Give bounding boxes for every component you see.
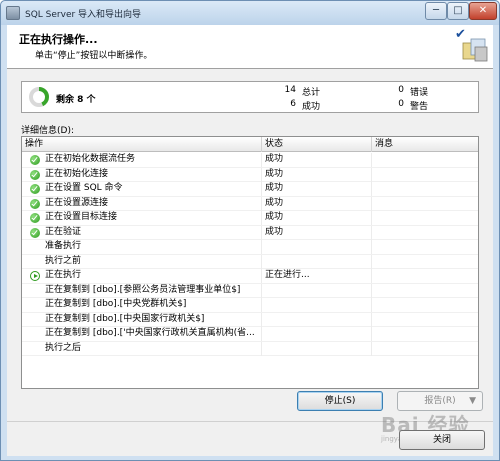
table-row[interactable]: 执行之后: [22, 341, 478, 356]
wizard-client-area: 正在执行操作... 单击“停止”按钮以中断操作。 ✔ 剩余 8 个 14 总计 …: [7, 25, 493, 456]
operation-cell: 执行之前: [22, 254, 262, 269]
grid-header: 操作 状态 消息: [22, 137, 478, 152]
table-row[interactable]: 正在初始化数据流任务 成功: [22, 153, 478, 168]
success-icon: [30, 184, 40, 194]
table-row[interactable]: 正在设置 SQL 命令 成功: [22, 182, 478, 197]
title-bar[interactable]: SQL Server 导入和导出向导 ─ □ ✕: [1, 1, 499, 25]
column-header-operation[interactable]: 操作: [22, 137, 262, 152]
details-grid[interactable]: 操作 状态 消息 正在初始化数据流任务 成功 正在初始化连接 成功 正在设置 SQL 命…: [21, 136, 479, 389]
operation-cell: 正在复制到 [dbo].[中央国家行政机关$]: [22, 312, 262, 327]
success-icon: [30, 213, 40, 223]
table-row[interactable]: 正在复制到 [dbo].['中央国家行政机关直属机构(省...: [22, 327, 478, 342]
status-cell: 成功: [262, 211, 372, 225]
page-subtitle: 单击“停止”按钮以中断操作。: [35, 51, 153, 61]
wizard-art-icon: [462, 38, 488, 62]
status-cell: 成功: [262, 225, 372, 240]
success-icon: [30, 227, 40, 238]
details-label: 详细信息(D):: [21, 126, 74, 136]
progress-ring-icon: [29, 87, 49, 107]
status-cell: 成功: [262, 167, 372, 182]
report-button-label: 报告(R): [424, 396, 456, 406]
operation-text: 正在复制到 [dbo].[参照公务员法管理事业单位$]: [45, 284, 241, 295]
operation-text: 正在设置源连接: [45, 197, 109, 208]
status-cell: [262, 240, 372, 254]
stop-button[interactable]: 停止(S): [297, 391, 383, 411]
table-row[interactable]: 执行之前: [22, 254, 478, 269]
status-cell: [262, 298, 372, 312]
table-row[interactable]: 准备执行: [22, 240, 478, 255]
operation-cell: 正在验证: [22, 225, 262, 240]
status-cell: [262, 283, 372, 298]
minimize-button[interactable]: ─: [425, 2, 447, 20]
app-icon: [6, 6, 20, 20]
operation-cell: 正在执行: [22, 269, 262, 283]
operation-cell: 正在初始化数据流任务: [22, 153, 262, 167]
operation-text: 正在设置 SQL 命令: [45, 183, 123, 193]
total-label: 总计: [302, 88, 321, 98]
success-icon: [30, 169, 40, 180]
status-cell: [262, 312, 372, 327]
operation-cell: 正在初始化连接: [22, 167, 262, 182]
operation-text: 执行之前: [45, 255, 82, 266]
status-cell: 成功: [262, 196, 372, 211]
warning-count: 0: [398, 99, 404, 109]
operation-text: 正在设置目标连接: [45, 212, 118, 222]
operation-text: 准备执行: [45, 241, 82, 251]
status-cell: 成功: [262, 182, 372, 196]
running-icon: [30, 271, 40, 281]
operation-text: 正在复制到 [dbo].['中央国家行政机关直属机构(省...: [45, 328, 255, 338]
table-row[interactable]: 正在设置目标连接 成功: [22, 211, 478, 226]
status-cell: 正在进行...: [262, 269, 372, 283]
error-label: 错误: [410, 88, 429, 98]
status-cell: [262, 254, 372, 269]
report-button[interactable]: 报告(R) ▼: [397, 391, 483, 411]
operation-cell: 准备执行: [22, 240, 262, 254]
dropdown-arrow-icon: ▼: [469, 396, 476, 406]
operation-text: 正在复制到 [dbo].[中央国家行政机关$]: [45, 313, 205, 324]
operation-text: 正在复制到 [dbo].[中央党群机关$]: [45, 299, 187, 309]
operation-text: 正在初始化连接: [45, 168, 109, 179]
operation-text: 正在初始化数据流任务: [45, 154, 136, 164]
operation-cell: 正在复制到 [dbo].[中央党群机关$]: [22, 298, 262, 312]
page-header: 正在执行操作... 单击“停止”按钮以中断操作。 ✔: [7, 25, 493, 69]
success-count: 6: [290, 99, 296, 109]
column-header-message[interactable]: 消息: [372, 137, 478, 152]
table-row[interactable]: 正在初始化连接 成功: [22, 167, 478, 182]
remaining-count: 剩余 8 个: [56, 95, 96, 105]
progress-summary: 剩余 8 个 14 总计 6 成功 0 错误 0 警告: [21, 81, 479, 113]
table-row[interactable]: 正在设置源连接 成功: [22, 196, 478, 211]
status-cell: [262, 327, 372, 341]
success-icon: [30, 155, 40, 165]
status-cell: [262, 341, 372, 356]
total-count: 14: [284, 85, 296, 95]
close-button[interactable]: 关闭: [399, 430, 485, 450]
operation-text: 正在验证: [45, 226, 82, 237]
wizard-window: SQL Server 导入和导出向导 ─ □ ✕ 正在执行操作... 单击“停止…: [0, 0, 500, 461]
table-row[interactable]: 正在复制到 [dbo].[中央国家行政机关$]: [22, 312, 478, 327]
page-title: 正在执行操作...: [19, 33, 98, 46]
operation-cell: 执行之后: [22, 341, 262, 356]
table-row[interactable]: 正在复制到 [dbo].[参照公务员法管理事业单位$]: [22, 283, 478, 298]
window-title: SQL Server 导入和导出向导: [25, 10, 142, 20]
column-header-status[interactable]: 状态: [262, 137, 372, 152]
maximize-button[interactable]: □: [447, 2, 469, 20]
operation-cell: 正在设置 SQL 命令: [22, 182, 262, 196]
error-count: 0: [398, 85, 404, 95]
operation-cell: 正在设置源连接: [22, 196, 262, 211]
table-row[interactable]: 正在复制到 [dbo].[中央党群机关$]: [22, 298, 478, 313]
operation-text: 执行之后: [45, 342, 82, 353]
table-row[interactable]: 正在验证 成功: [22, 225, 478, 240]
operation-cell: 正在设置目标连接: [22, 211, 262, 225]
success-label: 成功: [302, 102, 321, 112]
table-row[interactable]: 正在执行 正在进行...: [22, 269, 478, 284]
warning-label: 警告: [410, 102, 429, 112]
success-icon: [30, 198, 40, 209]
operation-text: 正在执行: [45, 270, 82, 280]
operation-cell: 正在复制到 [dbo].[参照公务员法管理事业单位$]: [22, 283, 262, 298]
operation-cell: 正在复制到 [dbo].['中央国家行政机关直属机构(省...: [22, 327, 262, 341]
close-window-button[interactable]: ✕: [469, 2, 497, 20]
status-cell: 成功: [262, 153, 372, 167]
